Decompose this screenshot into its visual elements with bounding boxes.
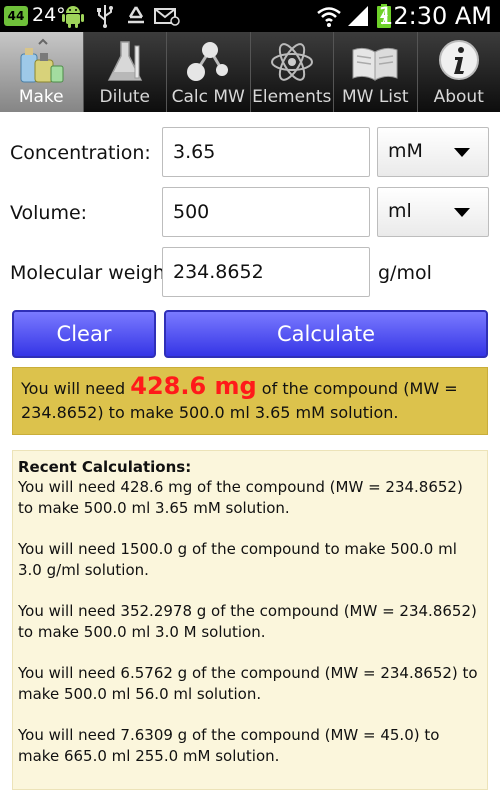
list-item: You will need 1500.0 g of the compound t… [18,540,457,579]
notification-badge: 44 [4,6,28,26]
dropdown-caret-icon [454,208,470,217]
tab-make[interactable]: Make [0,32,84,112]
volume-input[interactable] [162,187,370,237]
result-amount: 428.6 mg [130,372,257,400]
volume-unit-dropdown[interactable]: ml [377,187,489,237]
tab-label: Dilute [99,87,150,107]
atom-icon [270,43,313,81]
tab-dilute[interactable]: Dilute [83,32,167,112]
tab-about[interactable]: About [417,32,500,112]
tab-mw-list[interactable]: MW List [334,32,418,112]
status-bar: 44 24° 12:30 AM [0,0,500,32]
list-item: You will need 428.6 mg of the compound (… [18,478,463,517]
concentration-label: Concentration: [10,142,151,164]
beaker-icon [107,41,142,81]
calculate-button[interactable]: Calculate [164,310,488,358]
molecular-weight-input[interactable] [162,247,370,297]
result-box: You will need 428.6 mg of the compound (… [12,367,488,435]
volume-label: Volume: [10,202,88,224]
recent-heading: Recent Calculations: [18,458,192,476]
tab-bar: Make Dilute Calc MW Elements MW List Abo… [0,32,500,112]
result-prefix: You will need [21,379,131,398]
book-icon [352,47,398,81]
dropdown-caret-icon [454,148,470,157]
mail-icon [154,8,180,26]
tab-calc-mw[interactable]: Calc MW [167,32,251,112]
recent-calculations: Recent Calculations: You will need 428.6… [12,450,488,790]
signal-icon [348,6,368,26]
clock: 12:30 AM [378,2,492,30]
tab-label: Elements [252,87,332,107]
dropdown-value: mM [388,140,423,162]
clear-button[interactable]: Clear [12,310,156,358]
tab-label: About [433,87,484,107]
tab-label: MW List [341,87,409,107]
list-item: You will need 7.6309 g of the compound (… [18,726,440,765]
molecule-icon [187,42,229,81]
recycle-icon [128,6,144,24]
wifi-icon [317,7,341,27]
temperature: 24° [32,4,66,26]
info-icon [438,40,479,80]
dropdown-value: ml [388,200,412,222]
android-icon [62,6,84,28]
molecular-weight-label: Molecular weight: [10,262,179,284]
concentration-input[interactable] [162,127,370,177]
list-item: You will need 6.5762 g of the compound (… [18,664,478,703]
concentration-unit-dropdown[interactable]: mM [377,127,489,177]
flask-bottles-icon [20,38,64,83]
usb-icon [97,5,113,28]
tab-label: Make [18,87,64,107]
tab-elements[interactable]: Elements [250,32,334,112]
list-item: You will need 352.2978 g of the compound… [18,602,477,641]
tab-label: Calc MW [171,87,245,107]
molecular-weight-unit: g/mol [378,262,432,284]
